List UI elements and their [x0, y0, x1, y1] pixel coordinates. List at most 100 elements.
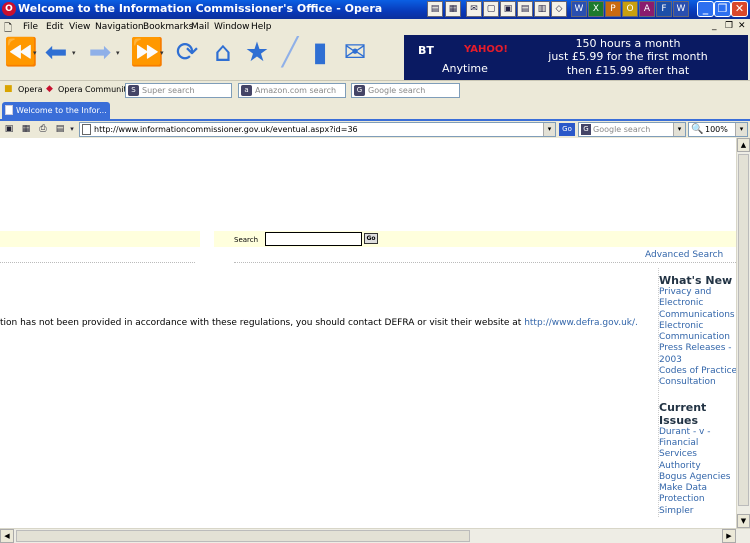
- address-dropdown-icon[interactable]: ▾: [543, 123, 555, 136]
- whats-new-item[interactable]: Electronic Communication Press Releases …: [659, 321, 736, 366]
- menu-navigation[interactable]: Navigation: [95, 22, 144, 32]
- scroll-down-icon[interactable]: ▼: [737, 514, 750, 528]
- tray-icon-1[interactable]: ▤: [427, 1, 443, 17]
- address-field[interactable]: http://www.informationcommissioner.gov.u…: [79, 122, 556, 137]
- personal-bar-opera[interactable]: Opera: [18, 85, 43, 94]
- scroll-left-icon[interactable]: ◀: [0, 529, 14, 543]
- mail-tray-icon[interactable]: ✉: [466, 1, 482, 17]
- chevron-down-icon[interactable]: ▾: [160, 49, 164, 57]
- chevron-down-icon[interactable]: ▾: [33, 49, 37, 57]
- tray-icon-4[interactable]: ▣: [500, 1, 516, 17]
- tray-icon-3[interactable]: ▢: [483, 1, 499, 17]
- tile-icon[interactable]: ▦: [20, 123, 32, 135]
- page-menu-icon[interactable]: ▤: [54, 123, 66, 135]
- magnifier-icon: 🔍: [691, 124, 704, 135]
- bookmark-star-icon[interactable]: ★: [242, 38, 272, 68]
- powerpoint-icon[interactable]: P: [605, 1, 621, 17]
- chevron-down-icon[interactable]: ▾: [72, 49, 76, 57]
- search-label: Search: [234, 236, 259, 244]
- mdi-minimize-icon[interactable]: _: [712, 21, 717, 31]
- divider: [234, 262, 736, 263]
- go-button[interactable]: Go: [559, 123, 575, 136]
- tab-welcome[interactable]: Welcome to the Infor...: [2, 102, 110, 119]
- frontpage-icon[interactable]: F: [656, 1, 672, 17]
- menu-help[interactable]: Help: [251, 22, 272, 32]
- page-icon: [82, 124, 91, 135]
- ad-product: Anytime: [442, 62, 488, 75]
- google-search-input[interactable]: G Google search ▾: [578, 122, 686, 137]
- window-title: Welcome to the Information Commissioner'…: [18, 2, 383, 15]
- whats-new-heading: What's New: [659, 274, 733, 287]
- zoom-dropdown-icon[interactable]: ▾: [735, 123, 747, 136]
- print-icon[interactable]: ⎙: [37, 123, 49, 135]
- tray-icon-2[interactable]: ▦: [445, 1, 461, 17]
- mail-icon[interactable]: ✉: [338, 38, 372, 68]
- search-engine-icon: G: [581, 124, 591, 135]
- close-button[interactable]: ✕: [731, 1, 748, 17]
- chevron-down-icon[interactable]: ▾: [116, 49, 120, 57]
- site-search-go-button[interactable]: Go: [364, 233, 378, 244]
- mdi-close-icon[interactable]: ✕: [738, 21, 746, 31]
- current-issue-item[interactable]: Bogus Agencies: [659, 472, 736, 483]
- scroll-right-icon[interactable]: ▶: [722, 529, 736, 543]
- new-page-icon[interactable]: ▮: [305, 38, 335, 68]
- site-search-input[interactable]: [265, 232, 362, 246]
- super-search-field[interactable]: S Super search: [125, 83, 232, 98]
- opera-community-icon: ◆: [46, 84, 53, 94]
- whats-new-item[interactable]: Codes of Practice Consultation: [659, 366, 736, 389]
- menu-window[interactable]: Window: [214, 22, 250, 32]
- menu-view[interactable]: View: [69, 22, 90, 32]
- folder-icon: ■: [4, 84, 13, 94]
- excel-icon[interactable]: X: [588, 1, 604, 17]
- chevron-down-icon[interactable]: ▾: [66, 123, 78, 135]
- menu-mail[interactable]: Mail: [191, 22, 209, 32]
- rewind-icon[interactable]: ⏪: [4, 38, 38, 68]
- bt-yahoo-advertisement[interactable]: BT YAHOO! Anytime 150 hours a month just…: [404, 35, 748, 80]
- search-engine-icon: S: [128, 85, 139, 96]
- search-engine-icon: a: [241, 85, 252, 96]
- tray-icon-6[interactable]: ▥: [534, 1, 550, 17]
- back-arrow-icon[interactable]: ⬅: [42, 38, 70, 68]
- opera-logo-icon: O: [2, 2, 16, 16]
- word-icon[interactable]: W: [571, 1, 587, 17]
- horizontal-scrollbar[interactable]: ◀ ▶: [0, 528, 750, 543]
- restore-button[interactable]: ❐: [714, 1, 731, 17]
- current-issue-item[interactable]: Make Data Protection Simpler: [659, 483, 736, 517]
- mdi-restore-icon[interactable]: ❐: [725, 21, 733, 31]
- menu-edit[interactable]: Edit: [46, 22, 63, 32]
- advanced-search-link[interactable]: Advanced Search: [645, 250, 723, 260]
- personal-bar-community[interactable]: Opera Community: [58, 85, 131, 94]
- sidebar: What's New Privacy and Electronic Commun…: [658, 268, 736, 518]
- outlook-icon[interactable]: O: [622, 1, 638, 17]
- vertical-scroll-thumb[interactable]: [738, 154, 749, 506]
- home-icon[interactable]: ⌂: [208, 38, 238, 68]
- menu-file[interactable]: File: [23, 22, 38, 32]
- defra-link[interactable]: http://www.defra.gov.uk/.: [524, 318, 638, 328]
- search-dropdown-icon[interactable]: ▾: [673, 123, 685, 136]
- tab-bar: Welcome to the Infor...: [0, 100, 750, 119]
- new-window-icon[interactable]: ▣: [3, 123, 15, 135]
- fast-forward-icon[interactable]: ⏩: [130, 38, 164, 68]
- tray-icon-7[interactable]: ◇: [551, 1, 567, 17]
- current-issue-item[interactable]: Durant - v - Financial Services Authorit…: [659, 427, 736, 472]
- menu-bookmarks[interactable]: Bookmarks: [143, 22, 193, 32]
- word-icon-2[interactable]: W: [673, 1, 689, 17]
- zoom-field[interactable]: 🔍 100% ▾: [688, 122, 748, 137]
- ad-line-2: just £5.99 for the first month: [548, 50, 708, 63]
- forward-arrow-icon[interactable]: ➡: [86, 38, 114, 68]
- current-issues-heading: Current Issues: [659, 400, 707, 427]
- pen-icon[interactable]: ╱: [275, 38, 305, 68]
- tray-icon-5[interactable]: ▤: [517, 1, 533, 17]
- body-text: tion has not been provided in accordance…: [0, 318, 638, 328]
- minimize-button[interactable]: _: [697, 1, 714, 17]
- amazon-search-field[interactable]: a Amazon.com search: [238, 83, 346, 98]
- divider: [0, 262, 195, 263]
- address-toolbar: ▣ ▦ ⎙ ▤ ▾ http://www.informationcommissi…: [0, 119, 750, 138]
- scroll-up-icon[interactable]: ▲: [737, 138, 750, 152]
- horizontal-scroll-thumb[interactable]: [16, 530, 470, 542]
- google-search-field[interactable]: G Google search: [351, 83, 460, 98]
- vertical-scrollbar[interactable]: ▲ ▼: [736, 138, 750, 528]
- access-icon[interactable]: A: [639, 1, 655, 17]
- reload-icon[interactable]: ⟳: [172, 38, 202, 68]
- whats-new-item[interactable]: Privacy and Electronic Communications: [659, 287, 736, 321]
